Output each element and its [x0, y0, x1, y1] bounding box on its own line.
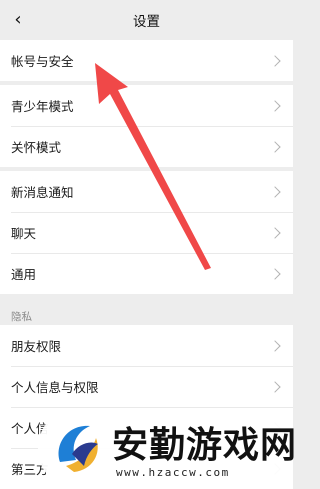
settings-item-general[interactable]: 通用: [0, 253, 293, 294]
settings-group-general: 新消息通知 聊天 通用: [0, 171, 293, 294]
settings-item-label: 关怀模式: [11, 140, 62, 155]
watermark-logo-icon: [58, 425, 98, 472]
watermark-text: 安勤游戏网: [112, 425, 298, 466]
chevron-right-icon: [269, 54, 281, 67]
page-title: 设置: [133, 14, 160, 30]
chevron-right-icon: [269, 339, 281, 352]
chevron-right-icon: [269, 140, 281, 153]
settings-item-care-mode[interactable]: 关怀模式: [0, 126, 293, 167]
chevron-right-icon: [269, 226, 281, 239]
settings-item-notifications[interactable]: 新消息通知: [0, 171, 293, 212]
settings-item-account-security[interactable]: 帐号与安全: [0, 40, 293, 81]
settings-item-label: 个人信息与权限: [11, 380, 99, 395]
chevron-right-icon: [269, 267, 281, 280]
section-header-privacy: 隐私: [11, 311, 32, 323]
chevron-right-icon: [269, 99, 281, 112]
settings-item-label: 青少年模式: [11, 99, 74, 114]
settings-item-label: 聊天: [11, 226, 37, 241]
settings-item-personal-info[interactable]: 个人信息与权限: [0, 366, 293, 407]
settings-item-label: 朋友权限: [11, 339, 62, 354]
settings-group-account: 帐号与安全: [0, 40, 293, 81]
settings-item-label: 帐号与安全: [11, 54, 74, 69]
settings-item-label: 新消息通知: [11, 185, 74, 200]
settings-item-chat[interactable]: 聊天: [0, 212, 293, 253]
chevron-right-icon: [269, 185, 281, 198]
watermark: 安勤游戏网 www.hzaccw.com: [38, 408, 296, 489]
settings-group-modes: 青少年模式 关怀模式: [0, 85, 293, 167]
settings-item-friend-permissions[interactable]: 朋友权限: [0, 325, 293, 366]
settings-item-label: 通用: [11, 267, 37, 282]
top-bar: ‹ 设置: [0, 0, 293, 40]
chevron-right-icon: [269, 380, 281, 393]
settings-item-youth-mode[interactable]: 青少年模式: [0, 85, 293, 126]
watermark-url: www.hzaccw.com: [116, 466, 230, 479]
